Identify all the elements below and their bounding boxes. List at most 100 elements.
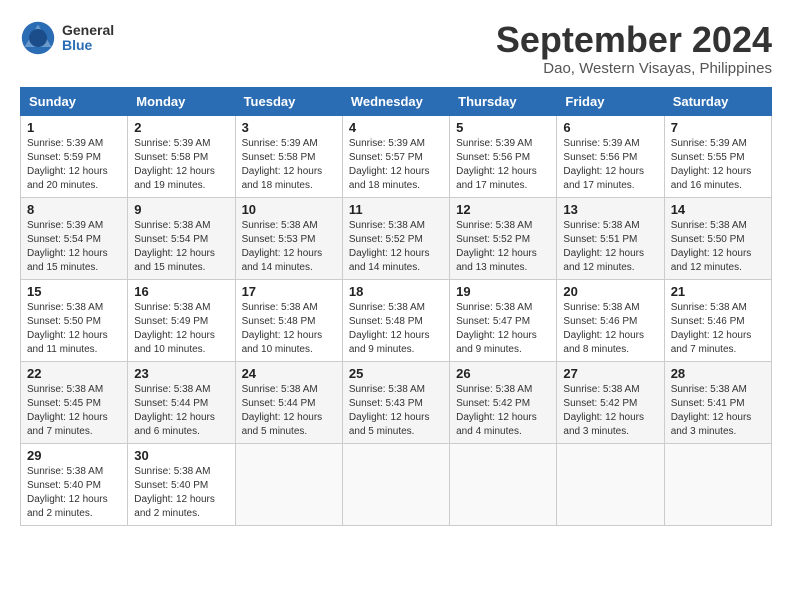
day-number: 4 [349, 120, 443, 135]
day-number: 8 [27, 202, 121, 217]
calendar-cell: 20 Sunrise: 5:38 AM Sunset: 5:46 PM Dayli… [557, 279, 664, 361]
calendar-cell [557, 443, 664, 525]
calendar-cell: 21 Sunrise: 5:38 AM Sunset: 5:46 PM Dayli… [664, 279, 771, 361]
calendar-cell: 28Sunrise: 5:38 AM Sunset: 5:41 PM Dayli… [664, 361, 771, 443]
day-number: 13 [563, 202, 657, 217]
calendar-cell: 8 Sunrise: 5:39 AM Sunset: 5:54 PM Daylig… [21, 197, 128, 279]
logo-blue: Blue [62, 38, 114, 53]
day-info: Sunrise: 5:39 AM Sunset: 5:54 PM Dayligh… [27, 219, 121, 275]
day-info: Sunrise: 5:38 AM Sunset: 5:44 PM Dayligh… [134, 383, 228, 439]
logo-text: General Blue [62, 23, 114, 54]
day-number: 1 [27, 120, 121, 135]
calendar-cell: 23 Sunrise: 5:38 AM Sunset: 5:44 PM Dayli… [128, 361, 235, 443]
day-number: 21 [671, 284, 765, 299]
day-number: 3 [242, 120, 336, 135]
day-number: 2 [134, 120, 228, 135]
day-info: Sunrise: 5:38 AM Sunset: 5:40 PM Dayligh… [27, 465, 121, 521]
month-title: September 2024 [496, 20, 772, 60]
day-header-friday: Friday [557, 87, 664, 115]
day-number: 12 [456, 202, 550, 217]
logo-general: General [62, 23, 114, 38]
day-number: 9 [134, 202, 228, 217]
calendar-cell: 18Sunrise: 5:38 AM Sunset: 5:48 PM Dayli… [342, 279, 449, 361]
day-info: Sunrise: 5:38 AM Sunset: 5:46 PM Dayligh… [671, 301, 765, 357]
calendar-cell: 6Sunrise: 5:39 AM Sunset: 5:56 PM Daylig… [557, 115, 664, 197]
calendar-cell: 15 Sunrise: 5:38 AM Sunset: 5:50 PM Dayli… [21, 279, 128, 361]
day-number: 18 [349, 284, 443, 299]
calendar-cell: 25 Sunrise: 5:38 AM Sunset: 5:43 PM Dayli… [342, 361, 449, 443]
calendar-cell [342, 443, 449, 525]
calendar-cell: 5 Sunrise: 5:39 AM Sunset: 5:56 PM Daylig… [450, 115, 557, 197]
day-info: Sunrise: 5:38 AM Sunset: 5:48 PM Dayligh… [242, 301, 336, 357]
calendar-cell: 26Sunrise: 5:38 AM Sunset: 5:42 PM Dayli… [450, 361, 557, 443]
calendar-cell: 29Sunrise: 5:38 AM Sunset: 5:40 PM Dayli… [21, 443, 128, 525]
day-number: 17 [242, 284, 336, 299]
day-info: Sunrise: 5:38 AM Sunset: 5:43 PM Dayligh… [349, 383, 443, 439]
day-info: Sunrise: 5:38 AM Sunset: 5:41 PM Dayligh… [671, 383, 765, 439]
day-header-saturday: Saturday [664, 87, 771, 115]
day-info: Sunrise: 5:38 AM Sunset: 5:54 PM Dayligh… [134, 219, 228, 275]
calendar-cell: 24Sunrise: 5:38 AM Sunset: 5:44 PM Dayli… [235, 361, 342, 443]
day-number: 27 [563, 366, 657, 381]
calendar-cell: 12Sunrise: 5:38 AM Sunset: 5:52 PM Dayli… [450, 197, 557, 279]
week-row-1: 8 Sunrise: 5:39 AM Sunset: 5:54 PM Daylig… [21, 197, 772, 279]
calendar-cell: 22Sunrise: 5:38 AM Sunset: 5:45 PM Dayli… [21, 361, 128, 443]
day-number: 20 [563, 284, 657, 299]
week-row-2: 15 Sunrise: 5:38 AM Sunset: 5:50 PM Dayli… [21, 279, 772, 361]
calendar-cell: 17 Sunrise: 5:38 AM Sunset: 5:48 PM Dayli… [235, 279, 342, 361]
calendar-cell: 2 Sunrise: 5:39 AM Sunset: 5:58 PM Daylig… [128, 115, 235, 197]
calendar-cell: 11 Sunrise: 5:38 AM Sunset: 5:52 PM Dayli… [342, 197, 449, 279]
day-info: Sunrise: 5:39 AM Sunset: 5:58 PM Dayligh… [134, 137, 228, 193]
day-number: 22 [27, 366, 121, 381]
day-info: Sunrise: 5:38 AM Sunset: 5:47 PM Dayligh… [456, 301, 550, 357]
day-header-monday: Monday [128, 87, 235, 115]
day-info: Sunrise: 5:38 AM Sunset: 5:46 PM Dayligh… [563, 301, 657, 357]
week-row-4: 29Sunrise: 5:38 AM Sunset: 5:40 PM Dayli… [21, 443, 772, 525]
title-area: September 2024 Dao, Western Visayas, Phi… [496, 20, 772, 77]
day-number: 30 [134, 448, 228, 463]
day-info: Sunrise: 5:38 AM Sunset: 5:49 PM Dayligh… [134, 301, 228, 357]
header-row: SundayMondayTuesdayWednesdayThursdayFrid… [21, 87, 772, 115]
day-info: Sunrise: 5:39 AM Sunset: 5:55 PM Dayligh… [671, 137, 765, 193]
day-number: 5 [456, 120, 550, 135]
day-info: Sunrise: 5:38 AM Sunset: 5:42 PM Dayligh… [563, 383, 657, 439]
day-number: 14 [671, 202, 765, 217]
calendar-cell: 19 Sunrise: 5:38 AM Sunset: 5:47 PM Dayli… [450, 279, 557, 361]
calendar-cell: 3Sunrise: 5:39 AM Sunset: 5:58 PM Daylig… [235, 115, 342, 197]
day-info: Sunrise: 5:38 AM Sunset: 5:52 PM Dayligh… [349, 219, 443, 275]
day-number: 16 [134, 284, 228, 299]
day-number: 11 [349, 202, 443, 217]
calendar-cell: 14 Sunrise: 5:38 AM Sunset: 5:50 PM Dayli… [664, 197, 771, 279]
day-number: 24 [242, 366, 336, 381]
logo-icon [20, 20, 56, 56]
day-header-thursday: Thursday [450, 87, 557, 115]
calendar-cell: 13 Sunrise: 5:38 AM Sunset: 5:51 PM Dayli… [557, 197, 664, 279]
calendar-cell [664, 443, 771, 525]
day-number: 6 [563, 120, 657, 135]
day-number: 19 [456, 284, 550, 299]
day-number: 10 [242, 202, 336, 217]
logo: General Blue [20, 20, 114, 56]
day-header-wednesday: Wednesday [342, 87, 449, 115]
day-header-sunday: Sunday [21, 87, 128, 115]
day-info: Sunrise: 5:39 AM Sunset: 5:56 PM Dayligh… [456, 137, 550, 193]
day-info: Sunrise: 5:39 AM Sunset: 5:57 PM Dayligh… [349, 137, 443, 193]
day-number: 23 [134, 366, 228, 381]
day-number: 15 [27, 284, 121, 299]
calendar-cell: 10Sunrise: 5:38 AM Sunset: 5:53 PM Dayli… [235, 197, 342, 279]
week-row-3: 22Sunrise: 5:38 AM Sunset: 5:45 PM Dayli… [21, 361, 772, 443]
day-info: Sunrise: 5:38 AM Sunset: 5:50 PM Dayligh… [27, 301, 121, 357]
calendar-cell: 27 Sunrise: 5:38 AM Sunset: 5:42 PM Dayli… [557, 361, 664, 443]
calendar-cell: 9 Sunrise: 5:38 AM Sunset: 5:54 PM Daylig… [128, 197, 235, 279]
location: Dao, Western Visayas, Philippines [496, 60, 772, 77]
day-info: Sunrise: 5:38 AM Sunset: 5:40 PM Dayligh… [134, 465, 228, 521]
day-info: Sunrise: 5:39 AM Sunset: 5:59 PM Dayligh… [27, 137, 121, 193]
week-row-0: 1 Sunrise: 5:39 AM Sunset: 5:59 PM Daylig… [21, 115, 772, 197]
calendar-cell: 4 Sunrise: 5:39 AM Sunset: 5:57 PM Daylig… [342, 115, 449, 197]
calendar-cell: 7Sunrise: 5:39 AM Sunset: 5:55 PM Daylig… [664, 115, 771, 197]
day-header-tuesday: Tuesday [235, 87, 342, 115]
day-info: Sunrise: 5:38 AM Sunset: 5:51 PM Dayligh… [563, 219, 657, 275]
day-number: 25 [349, 366, 443, 381]
calendar-cell: 30 Sunrise: 5:38 AM Sunset: 5:40 PM Dayli… [128, 443, 235, 525]
day-info: Sunrise: 5:38 AM Sunset: 5:50 PM Dayligh… [671, 219, 765, 275]
